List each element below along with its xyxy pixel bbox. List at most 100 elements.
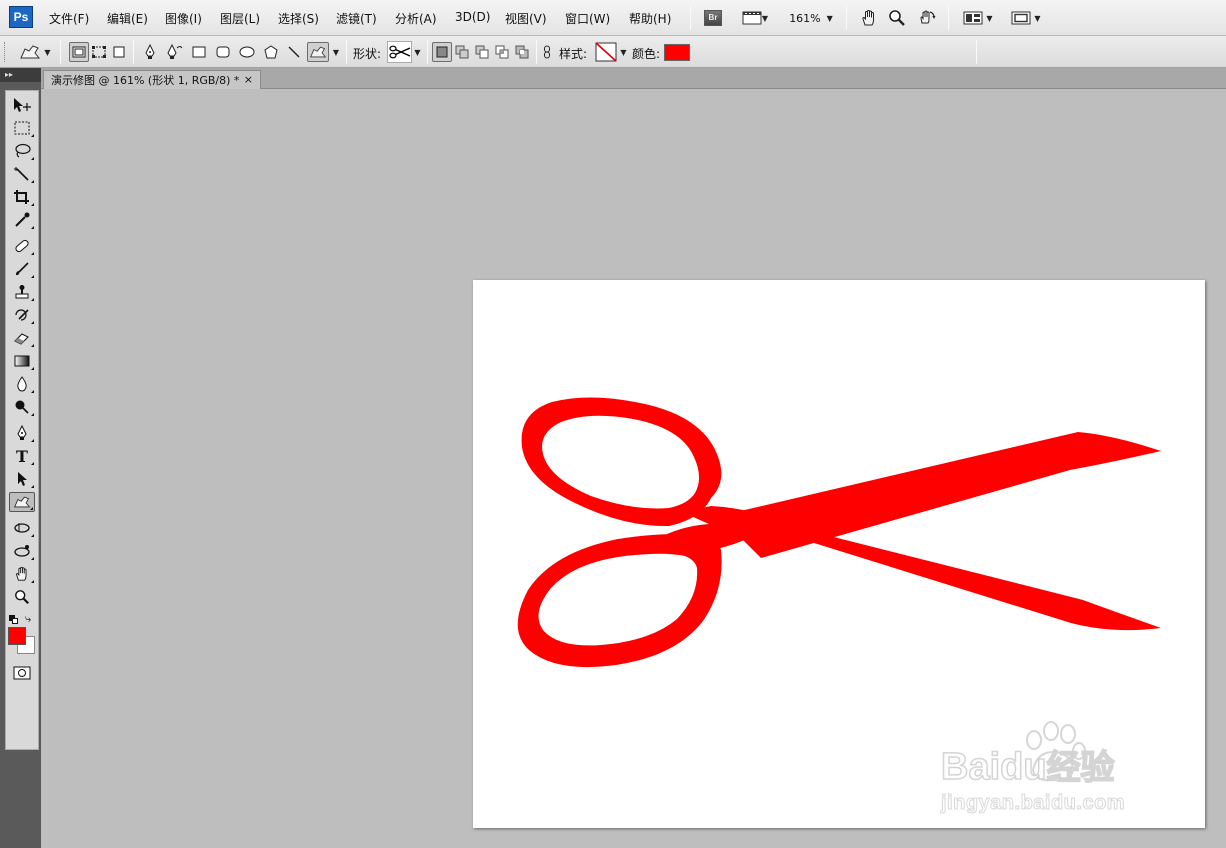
default-colors-button[interactable] xyxy=(9,615,19,625)
document-tab-bar: 演示修图 @ 161% (形状 1, RGB/8) * × xyxy=(41,68,1226,89)
chain-link-icon xyxy=(544,45,550,59)
3d-rotate-tool[interactable] xyxy=(9,518,35,538)
no-style-icon xyxy=(595,42,617,62)
tool-preset-picker[interactable]: ▼ xyxy=(17,42,53,62)
menu-filter[interactable]: 滤镜(T) xyxy=(336,10,377,27)
foreground-color-swatch[interactable] xyxy=(8,627,26,645)
rectangle-option-button[interactable] xyxy=(189,42,209,62)
dodge-tool[interactable] xyxy=(9,397,35,417)
separator xyxy=(133,40,134,64)
pen-icon xyxy=(145,44,155,59)
rotate-view-button[interactable] xyxy=(916,8,938,28)
tools-panel-collapse[interactable]: ▸▸ xyxy=(0,68,41,82)
shape-layers-button[interactable] xyxy=(69,42,89,62)
options-bar: ▼ ▼ 形状: ▼ 样式: ▼ 颜色: xyxy=(0,36,1226,68)
rounded-rectangle-option-button[interactable] xyxy=(213,42,233,62)
quick-mask-button[interactable] xyxy=(9,663,35,683)
color-swatch[interactable] xyxy=(664,42,690,62)
color-label: 颜色: xyxy=(632,47,661,61)
menu-analysis[interactable]: 分析(A) xyxy=(395,10,437,27)
menu-3d[interactable]: 3D(D) xyxy=(455,10,490,24)
hand-icon xyxy=(16,566,27,581)
screen-mode-icon xyxy=(1011,11,1031,25)
tools-panel: ▸▸ T ⤷ xyxy=(0,68,41,848)
menu-select[interactable]: 选择(S) xyxy=(278,10,319,27)
shape-picker[interactable]: ▼ xyxy=(385,41,423,63)
zoom-tool[interactable] xyxy=(9,587,35,607)
swap-colors-icon[interactable]: ⤷ xyxy=(25,612,31,626)
lasso-tool[interactable] xyxy=(9,141,35,161)
pen-tool[interactable] xyxy=(9,423,35,443)
bridge-button[interactable]: Br xyxy=(703,8,723,28)
subtract-shape-area-button[interactable] xyxy=(472,42,492,62)
custom-shape-tool[interactable] xyxy=(9,492,35,512)
exclude-overlapping-shape-areas-button[interactable] xyxy=(512,42,532,62)
add-shape-icon xyxy=(455,45,469,59)
zoom-tool-button[interactable] xyxy=(886,8,908,28)
menu-layer[interactable]: 图层(L) xyxy=(220,10,260,27)
freeform-pen-option-button[interactable] xyxy=(165,42,185,62)
custom-shape-option-button[interactable] xyxy=(307,42,329,62)
menu-file[interactable]: 文件(F) xyxy=(49,10,89,27)
history-brush-tool[interactable] xyxy=(9,305,35,325)
line-option-button[interactable] xyxy=(284,42,304,62)
blur-tool[interactable] xyxy=(9,374,35,394)
history-brush-icon xyxy=(15,309,29,321)
ellipse-option-button[interactable] xyxy=(237,42,257,62)
lower-blade xyxy=(735,512,1161,631)
options-bar-grip[interactable] xyxy=(4,42,7,62)
fill-pixels-button[interactable] xyxy=(109,42,129,62)
menu-help[interactable]: 帮助(H) xyxy=(629,10,671,27)
brush-tool[interactable] xyxy=(9,259,35,279)
close-icon[interactable]: × xyxy=(244,73,253,86)
style-picker[interactable]: ▼ xyxy=(593,42,629,62)
geometry-options-dropdown[interactable]: ▼ xyxy=(331,42,341,62)
polygon-icon xyxy=(264,45,278,59)
rotate-icon xyxy=(920,10,936,24)
add-to-shape-area-button[interactable] xyxy=(452,42,472,62)
zoom-level-dropdown[interactable]: 161% ▼ xyxy=(787,8,835,28)
canvas-area[interactable]: Baidu经验 jingyan.baidu.com xyxy=(41,89,1226,848)
menu-image[interactable]: 图像(I) xyxy=(165,10,202,27)
marquee-tool[interactable] xyxy=(9,118,35,138)
pen-option-button[interactable] xyxy=(140,42,160,62)
type-tool[interactable]: T xyxy=(9,446,35,466)
menu-view[interactable]: 视图(V) xyxy=(505,10,547,27)
intersect-shape-areas-button[interactable] xyxy=(492,42,512,62)
menu-edit[interactable]: 编辑(E) xyxy=(107,10,148,27)
baidu-jingyan-watermark: Baidu经验 jingyan.baidu.com xyxy=(933,720,1203,830)
magic-wand-tool[interactable] xyxy=(9,164,35,184)
custom-shape-icon xyxy=(14,496,31,508)
menu-window[interactable]: 窗口(W) xyxy=(565,10,610,27)
eyedropper-tool[interactable] xyxy=(9,210,35,230)
hand-tool[interactable] xyxy=(9,564,35,584)
arrange-documents-button[interactable]: ▼ xyxy=(960,8,996,28)
document-canvas[interactable]: Baidu经验 jingyan.baidu.com xyxy=(473,280,1205,828)
eraser-tool[interactable] xyxy=(9,328,35,348)
path-selection-tool[interactable] xyxy=(9,469,35,489)
create-new-shape-layer-button[interactable] xyxy=(432,42,452,62)
tools-column: T ⤷ xyxy=(5,90,39,750)
crop-tool[interactable] xyxy=(9,187,35,207)
polygon-option-button[interactable] xyxy=(261,42,281,62)
view-extras-button[interactable]: ▼ xyxy=(738,8,772,28)
3d-orbit-tool[interactable] xyxy=(9,541,35,561)
paths-button[interactable] xyxy=(89,42,109,62)
document-tab[interactable]: 演示修图 @ 161% (形状 1, RGB/8) * × xyxy=(43,70,261,89)
chevron-down-icon: ▼ xyxy=(332,47,340,57)
link-style-button[interactable] xyxy=(541,42,553,62)
menu-bar: Ps 文件(F) 编辑(E) 图像(I) 图层(L) 选择(S) 滤镜(T) 分… xyxy=(0,0,1226,36)
gradient-tool[interactable] xyxy=(9,351,35,371)
custom-shape-icon xyxy=(310,46,327,58)
healing-brush-tool[interactable] xyxy=(9,236,35,256)
hand-icon xyxy=(862,9,874,26)
clone-stamp-tool[interactable] xyxy=(9,282,35,302)
screen-mode-button[interactable]: ▼ xyxy=(1008,8,1044,28)
hand-tool-button[interactable] xyxy=(858,8,880,28)
line-icon xyxy=(288,46,300,58)
move-tool[interactable] xyxy=(9,95,35,115)
separator xyxy=(976,40,977,64)
style-label: 样式: xyxy=(559,47,588,61)
eraser-icon xyxy=(14,333,29,345)
exclude-shape-icon xyxy=(515,45,529,59)
